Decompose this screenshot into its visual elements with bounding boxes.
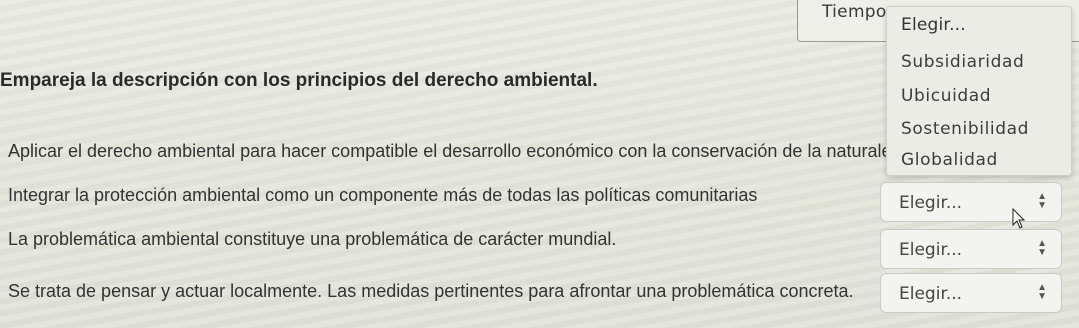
question-title: Empareja la descripción con los principi… <box>0 70 598 91</box>
match-row-text-3: La problemática ambiental constituye una… <box>8 229 617 249</box>
match-row-text-2: Integrar la protección ambiental como un… <box>8 185 758 205</box>
answer-select-2[interactable]: Elegir... ▲ ▼ <box>880 182 1062 222</box>
answer-dropdown-list: Elegir... Subsidiaridad Ubicuidad Sosten… <box>886 6 1072 176</box>
dropdown-option-globalidad[interactable]: Globalidad <box>901 150 998 170</box>
up-down-arrows-icon: ▲ ▼ <box>1037 238 1047 258</box>
select-value: Elegir... <box>899 240 963 260</box>
dropdown-option-elegir[interactable]: Elegir... <box>901 15 966 35</box>
select-value: Elegir... <box>899 284 963 304</box>
match-row-text-4: Se trata de pensar y actuar localmente. … <box>8 281 854 301</box>
up-down-arrows-icon: ▲ ▼ <box>1037 282 1047 302</box>
select-value: Elegir... <box>899 193 963 213</box>
up-down-arrows-icon: ▲ ▼ <box>1037 191 1047 211</box>
match-row-text-1: Aplicar el derecho ambiental para hacer … <box>8 141 916 161</box>
dropdown-option-subsidiaridad[interactable]: Subsidiaridad <box>901 52 1024 72</box>
dropdown-option-sostenibilidad[interactable]: Sostenibilidad <box>901 119 1029 139</box>
dropdown-option-ubicuidad[interactable]: Ubicuidad <box>901 86 991 106</box>
answer-select-4[interactable]: Elegir... ▲ ▼ <box>880 273 1062 313</box>
answer-select-3[interactable]: Elegir... ▲ ▼ <box>880 229 1062 269</box>
mouse-pointer-icon <box>1012 208 1026 229</box>
